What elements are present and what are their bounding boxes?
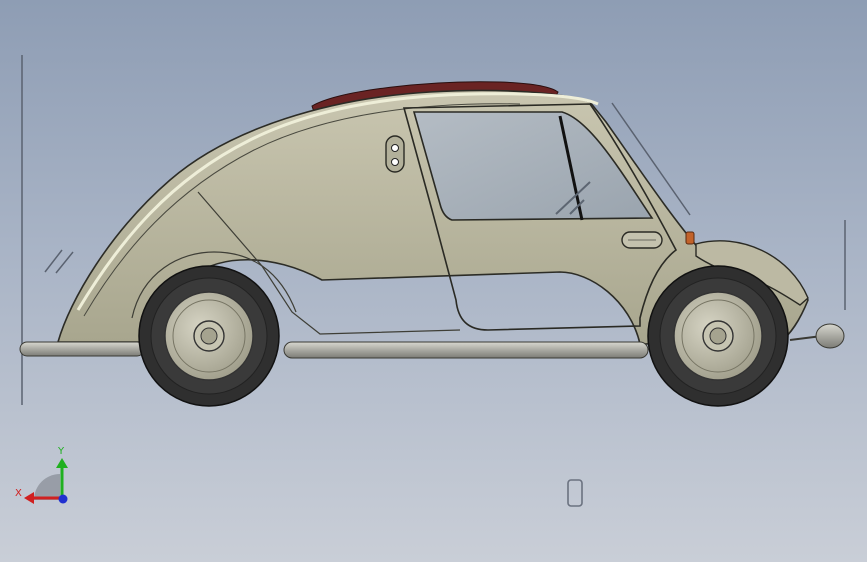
side-bar-main bbox=[283, 341, 649, 359]
side-bar-rear bbox=[19, 341, 145, 357]
rear-wheel[interactable] bbox=[138, 265, 280, 407]
3d-graphics-viewport[interactable]: Y X bbox=[0, 0, 867, 562]
front-indicator bbox=[685, 231, 695, 245]
front-bumper bbox=[789, 323, 845, 349]
triad-x-label: X bbox=[15, 488, 22, 499]
side-window bbox=[412, 111, 654, 221]
model-view-icon[interactable] bbox=[567, 479, 583, 507]
front-wheel[interactable] bbox=[647, 265, 789, 407]
side-vent bbox=[385, 135, 405, 173]
triad-y-label: Y bbox=[57, 446, 65, 457]
view-triad-icon[interactable]: Y X bbox=[15, 446, 68, 504]
